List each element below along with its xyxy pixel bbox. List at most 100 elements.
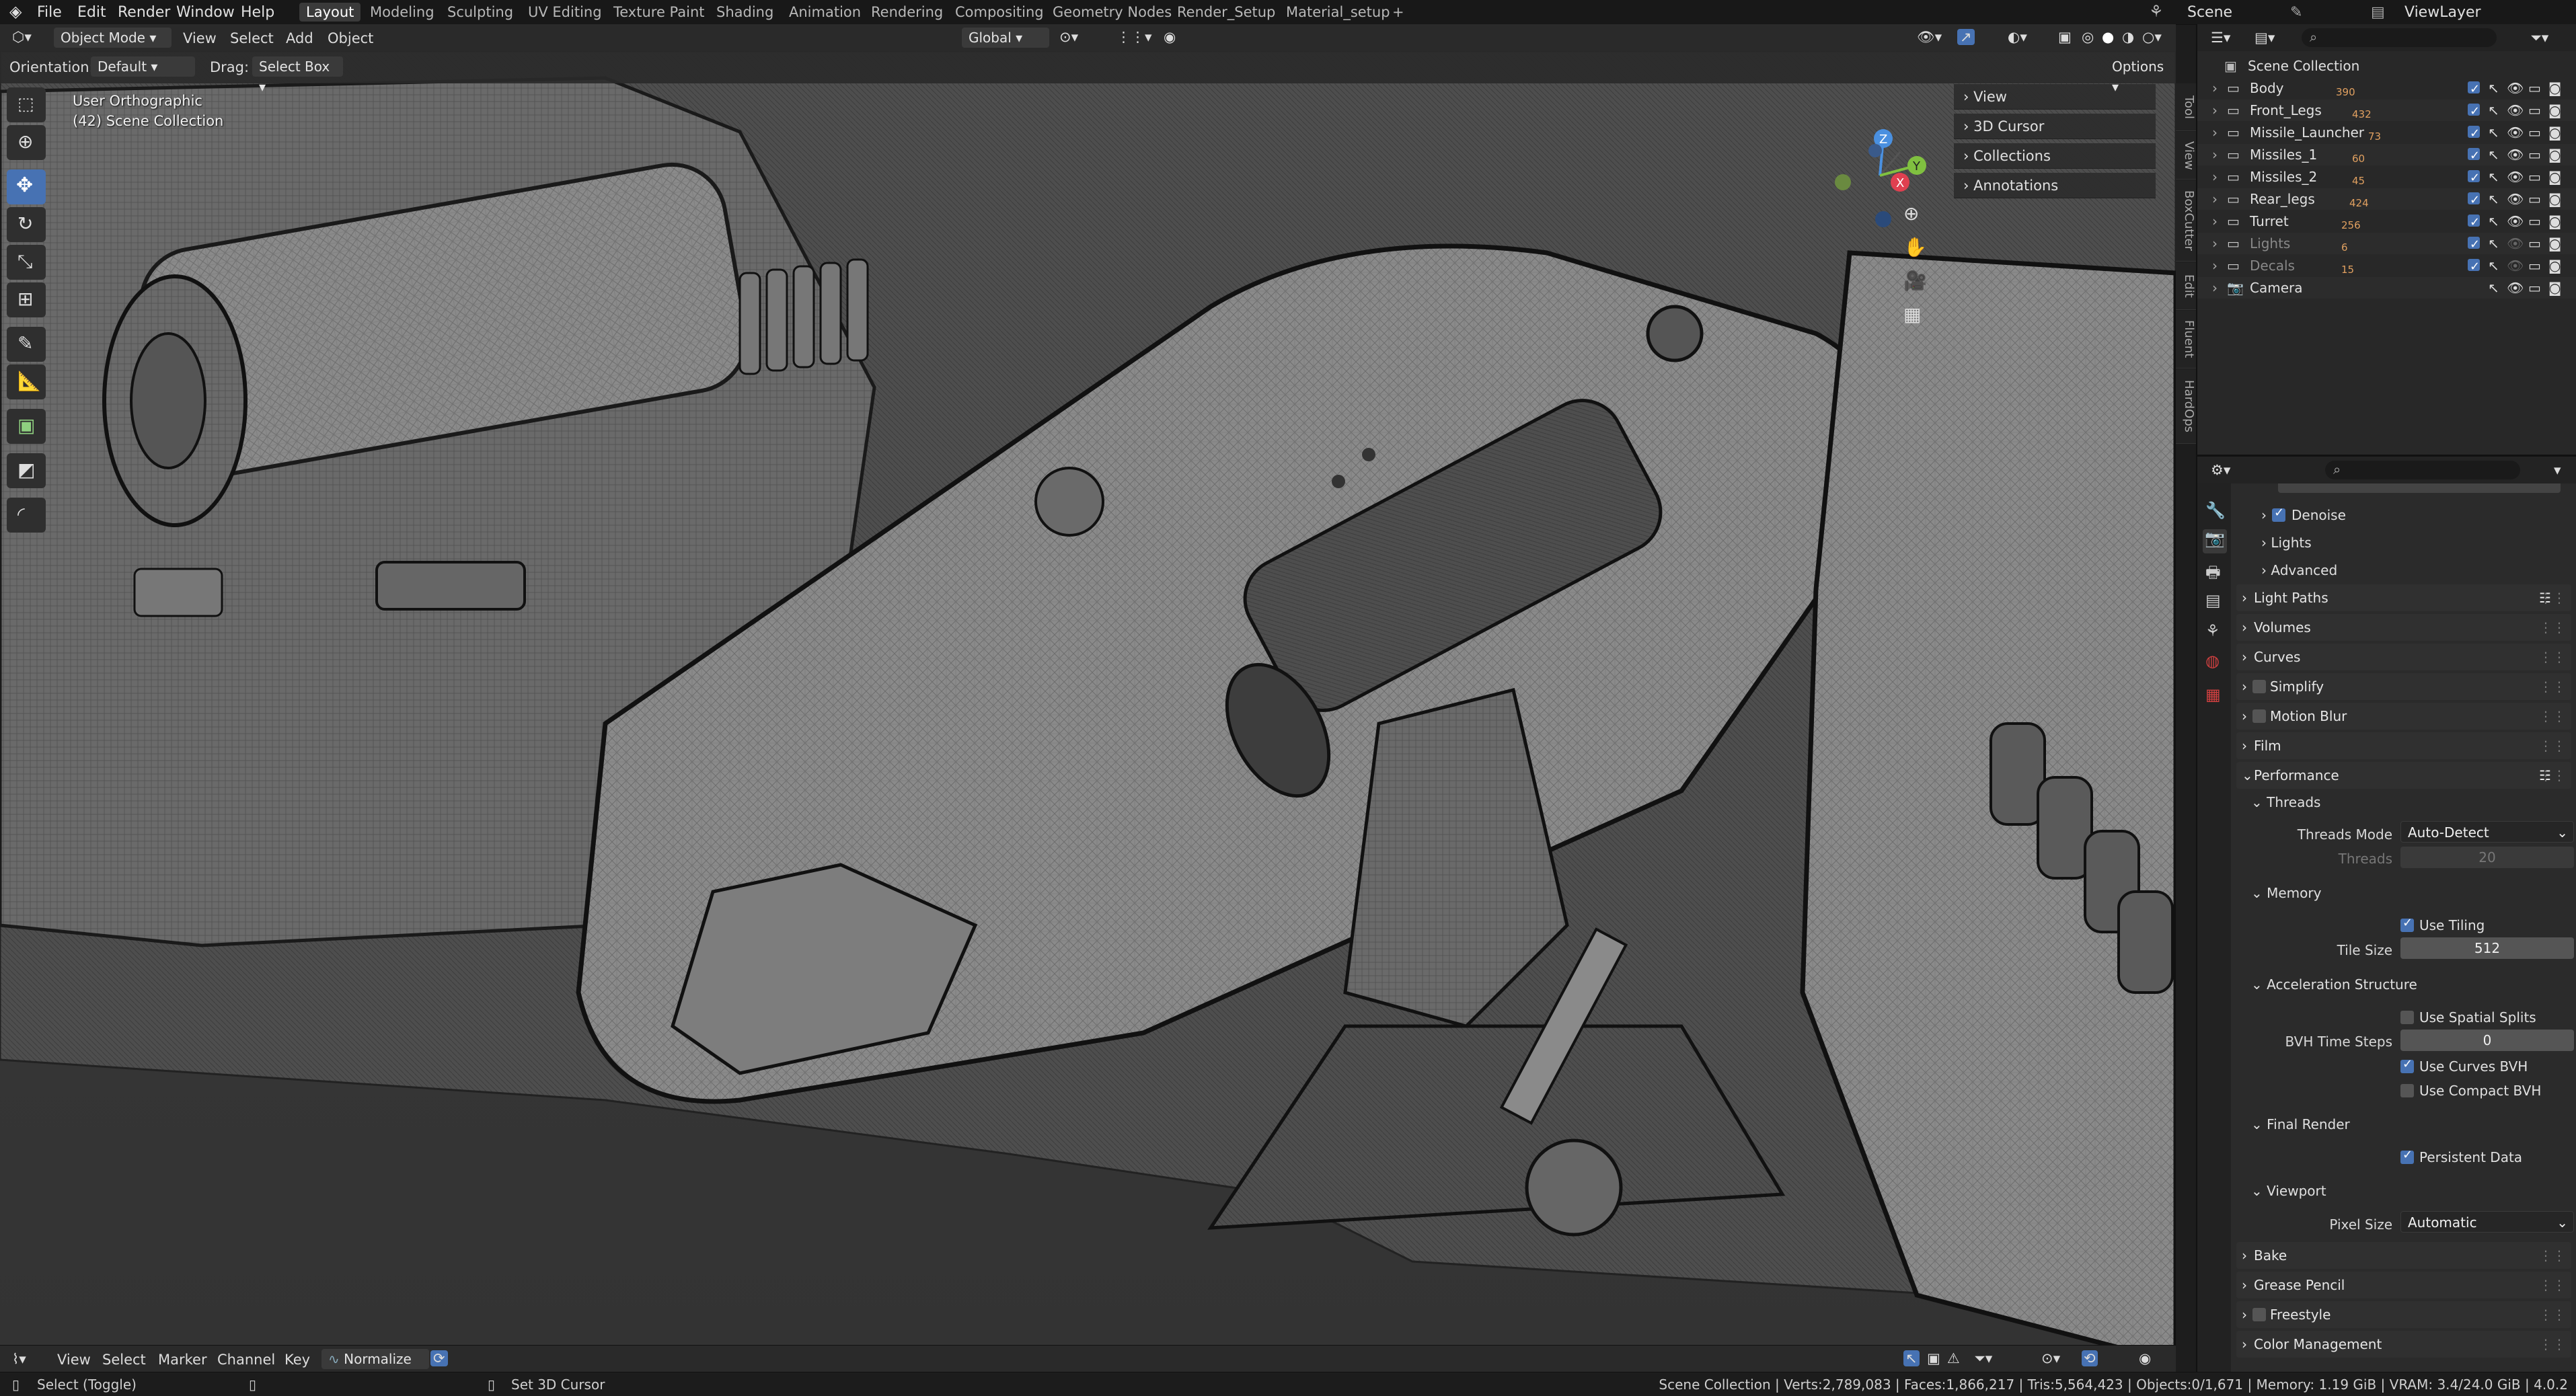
outliner-item[interactable]: ›▭Lights6↖👁▭◙ [2197,233,2576,256]
cursor-tool[interactable]: ⊕ [7,125,46,160]
eye-icon[interactable]: 👁 [2507,210,2524,232]
render-camera-icon[interactable]: ◙ [2548,144,2561,165]
pivot-icon[interactable]: ⊙▾ [1059,29,1078,45]
select-arrow-icon[interactable]: ↖ [2488,233,2499,254]
visibility-icon[interactable]: 👁▾ [1917,29,1942,46]
section-curves[interactable]: › Curves ⋮⋮ [2236,644,2571,670]
normalize-toggle[interactable]: ∿ Normalize [321,1349,429,1369]
tab-shading[interactable]: Shading [710,3,780,22]
drag-handle-icon[interactable]: ⋮⋮ [2539,1242,2566,1269]
render-camera-icon[interactable]: ◙ [2548,100,2561,121]
zoom-icon[interactable]: ⊕ [1903,202,1919,225]
drag-handle-icon[interactable]: ⋮⋮ [2539,703,2566,730]
section-freestyle[interactable]: › Freestyle ⋮⋮ [2236,1301,2571,1328]
drag-handle-icon[interactable]: ⋮⋮ [2539,1331,2566,1358]
properties-search-input[interactable]: ⌕ [2325,461,2520,479]
tab-modeling[interactable]: Modeling [363,3,441,22]
select-arrow-icon[interactable]: ↖ [2488,210,2499,232]
pixel-size-dropdown[interactable]: Automatic ⌄ [2400,1211,2574,1233]
expand-arrow-icon[interactable]: › [2212,122,2218,143]
menu-render[interactable]: Render [118,4,170,21]
section-simplify[interactable]: › Simplify ⋮⋮ [2236,673,2571,700]
section-light-paths[interactable]: › Light Paths ☷ ⋮⋮ [2236,584,2571,611]
view-layer-name[interactable]: ViewLayer [2404,4,2481,21]
rotate-tool[interactable]: ↻ [7,207,46,242]
denoise-checkbox[interactable] [2272,506,2285,522]
drag-dropdown[interactable]: Select Box ▾ [252,56,343,95]
menu-select[interactable]: Select [230,30,274,46]
world-tab-icon[interactable]: ◍ [2205,652,2220,670]
select-box-tool[interactable]: ⬚ [7,87,46,122]
eye-icon[interactable]: 👁 [2507,144,2524,165]
outliner-editor-icon[interactable]: ☰▾ [2211,30,2230,46]
view-layer-tab-icon[interactable]: ▤ [2205,591,2221,610]
outliner-item[interactable]: ›▭Decals15↖👁▭◙ [2197,255,2576,278]
camera-view-icon[interactable]: 🎥 [1903,270,1927,292]
show-hidden-icon[interactable]: ▣ [1927,1350,1940,1366]
boxcutter-tool[interactable]: ◩ [7,453,46,488]
monitor-icon[interactable]: ▭ [2528,166,2541,188]
texture-tab-icon[interactable]: ▦ [2205,685,2221,704]
eye-icon[interactable]: 👁 [2507,122,2524,143]
expand-arrow-icon[interactable]: › [2212,100,2218,121]
outliner-item[interactable]: ›▭Missiles_160↖👁▭◙ [2197,144,2576,167]
panel-annotations[interactable]: › Annotations [1954,173,2156,198]
drag-handle-icon[interactable]: ⋮⋮ [2539,1272,2566,1298]
render-tab-icon[interactable]: 📷 [2203,529,2227,553]
exclude-checkbox[interactable] [2468,79,2480,100]
section-bake[interactable]: › Bake ⋮⋮ [2236,1242,2571,1269]
drag-handle-icon[interactable]: ⋮⋮ [2539,614,2566,641]
select-arrow-icon[interactable]: ↖ [2488,277,2499,299]
eye-icon[interactable]: 👁 [2507,277,2524,299]
outliner-item[interactable]: › 📷 Camera ↖ 👁 ▭ ◙ [2197,277,2576,299]
advanced-subpanel[interactable]: › Advanced [2261,562,2576,578]
add-workspace-button[interactable]: + [1386,3,1411,22]
select-arrow-icon[interactable]: ↖ [2488,188,2499,210]
eye-icon[interactable]: 👁 [2507,100,2524,121]
properties-options-icon[interactable]: ▾ [2554,462,2561,478]
blender-logo-icon[interactable]: ◈ [9,2,22,21]
monitor-icon[interactable]: ▭ [2528,77,2541,99]
add-cube-tool[interactable]: ▣ [7,409,46,444]
view-layer-icon[interactable]: ▤ [2371,4,2385,21]
monitor-icon[interactable]: ▭ [2528,144,2541,165]
tab-uv-editing[interactable]: UV Editing [521,3,609,22]
render-camera-icon[interactable]: ◙ [2548,255,2561,276]
expand-arrow-icon[interactable]: › [2212,188,2218,210]
render-camera-icon[interactable]: ◙ [2548,166,2561,188]
persistent-data-checkbox[interactable] [2400,1148,2414,1164]
use-tiling-checkbox[interactable] [2400,916,2414,932]
auto-normalize-icon[interactable]: ⟳ [430,1350,448,1366]
only-selected-icon[interactable]: ↖ [1903,1350,1920,1366]
mode-dropdown[interactable]: Object Mode ▾ [54,28,172,48]
threads-subpanel[interactable]: ⌄ Threads [2251,794,2576,810]
output-tab-icon[interactable]: 🖶 [2205,561,2221,588]
drag-handle-icon[interactable]: ⋮⋮ [2539,673,2566,700]
monitor-icon[interactable]: ▭ [2528,188,2541,210]
select-arrow-icon[interactable]: ↖ [2488,100,2499,121]
panel-collections[interactable]: › Collections [1954,143,2156,169]
exclude-checkbox[interactable] [2468,190,2480,211]
menu-view[interactable]: View [183,30,217,46]
display-mode-icon[interactable]: ▤▾ [2255,30,2275,46]
transform-tool[interactable]: ⊞ [7,282,46,317]
eye-icon[interactable]: 👁 [2507,255,2524,276]
side-tab-tool[interactable]: Tool [2176,83,2196,131]
snap-icon[interactable]: ⟲ [2082,1350,2098,1366]
shading-material-icon[interactable]: ◑ [2122,29,2134,45]
final-render-subpanel[interactable]: ⌄ Final Render [2251,1116,2576,1132]
section-grease-pencil[interactable]: › Grease Pencil ⋮⋮ [2236,1272,2571,1298]
memory-subpanel[interactable]: ⌄ Memory [2251,885,2576,901]
shading-rendered-icon[interactable]: ○▾ [2142,29,2162,45]
overlay-icon[interactable]: ◐▾ [2008,29,2027,45]
eye-icon[interactable]: 👁 [2507,77,2524,99]
outliner-item[interactable]: ›▭Turret256↖👁▭◙ [2197,210,2576,233]
threads-mode-dropdown[interactable]: Auto-Detect ⌄ [2400,821,2574,843]
tab-animation[interactable]: Animation [782,3,868,22]
scene-name[interactable]: Scene [2187,4,2232,21]
tool-tab-icon[interactable]: 🔧 [2205,501,2226,520]
monitor-icon[interactable]: ▭ [2528,210,2541,232]
filter-icon[interactable]: ⏷▾ [2530,30,2548,46]
tab-rendering[interactable]: Rendering [864,3,950,22]
drag-handle-icon[interactable]: ⋮⋮ [2539,644,2566,670]
